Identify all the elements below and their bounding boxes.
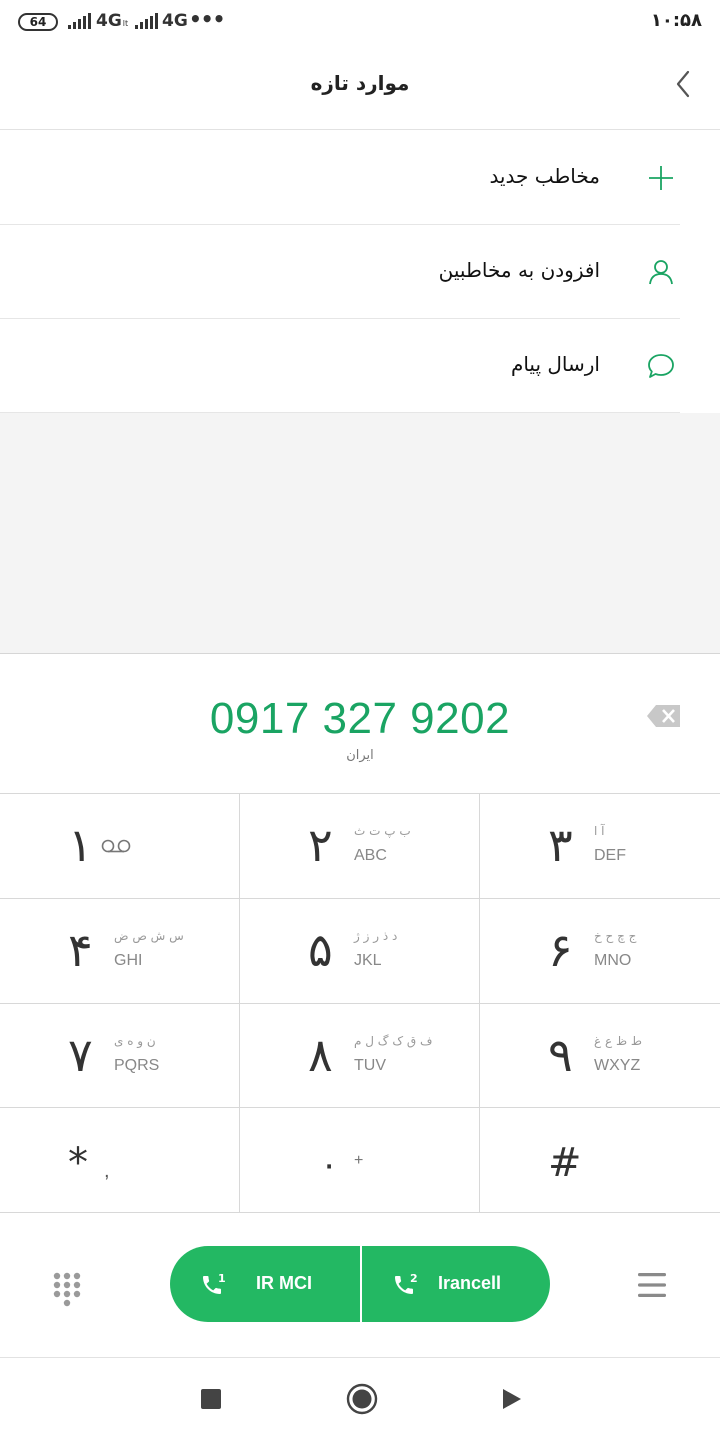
send-message-option[interactable]: ارسال پیام — [0, 319, 720, 413]
person-icon — [649, 260, 673, 285]
navigation-bar — [0, 1359, 720, 1440]
call-sim2-button[interactable]: 2 Irancell — [360, 1246, 550, 1322]
signal-strength-icon — [135, 13, 158, 29]
recents-icon[interactable] — [201, 1389, 221, 1409]
call-sim1-button[interactable]: 1 IR MCI — [170, 1246, 360, 1322]
option-label: مخاطب جدید — [489, 164, 600, 188]
dialpad-icon[interactable] — [52, 1271, 82, 1307]
voicemail-icon — [101, 839, 131, 853]
options-list: مخاطب جدید افزودن به مخاطبین ارسال پیام — [0, 131, 720, 413]
key-5[interactable]: ۵ د ذ ر ز ژ JKL — [240, 898, 480, 1004]
backspace-icon[interactable] — [646, 704, 682, 728]
key-4[interactable]: ۴ س ش ص ض GHI — [0, 898, 240, 1004]
chevron-left-icon[interactable] — [672, 68, 696, 100]
option-label: ارسال پیام — [510, 352, 600, 376]
carrier-label: Irancell — [438, 1273, 502, 1293]
new-contact-option[interactable]: مخاطب جدید — [0, 131, 720, 225]
network-type-2: 4G — [162, 11, 188, 31]
network-type-1: 4Glt — [96, 11, 129, 31]
key-8[interactable]: ۸ ف ق ک گ ل م TUV — [240, 1003, 480, 1109]
more-notifications-icon: ••• — [189, 7, 225, 31]
status-bar: 64 4Glt 4G ••• ۱۰:۵۸ — [0, 0, 720, 44]
key-2[interactable]: ۲ ب پ ت ث ABC — [240, 794, 480, 899]
key-1[interactable]: ۱ — [0, 794, 240, 899]
action-bar: 1 IR MCI 2 Irancell — [0, 1212, 720, 1358]
header: موارد تازه — [0, 44, 720, 130]
empty-area — [0, 413, 720, 654]
menu-icon[interactable] — [638, 1272, 666, 1298]
number-location: ایران — [346, 748, 374, 763]
signal-strength-icon — [68, 13, 91, 29]
keypad: ۱ ۲ ب پ ت ث ABC ۳ آ ا DEF ۴ س ش ص ض GHI … — [0, 793, 720, 1213]
number-display: 0917 327 9202 ایران — [0, 654, 720, 793]
carrier-label: IR MCI — [256, 1273, 312, 1293]
add-to-contacts-option[interactable]: افزودن به مخاطبین — [0, 225, 720, 319]
key-star[interactable]: * , — [0, 1108, 240, 1213]
dialed-number[interactable]: 0917 327 9202 — [0, 694, 720, 744]
key-7[interactable]: ۷ ن و ه ی PQRS — [0, 1003, 240, 1109]
key-0[interactable]: ۰ + — [240, 1108, 480, 1213]
home-icon[interactable] — [346, 1383, 378, 1415]
clock: ۱۰:۵۸ — [650, 10, 702, 31]
key-6[interactable]: ۶ ج چ ح خ MNO — [480, 899, 720, 1004]
key-3[interactable]: ۳ آ ا DEF — [480, 794, 720, 899]
sim-number: 1 — [218, 1272, 226, 1285]
sim-number: 2 — [410, 1272, 418, 1285]
page-title: موارد تازه — [310, 71, 410, 95]
key-9[interactable]: ۹ ط ظ ع غ WXYZ — [480, 1004, 720, 1109]
battery-indicator: 64 — [18, 13, 58, 31]
option-label: افزودن به مخاطبین — [438, 258, 600, 282]
key-hash[interactable]: # — [480, 1108, 720, 1213]
plus-icon — [649, 166, 673, 190]
chat-bubble-icon — [648, 354, 674, 378]
back-triangle-icon[interactable] — [500, 1387, 524, 1411]
call-buttons: 1 IR MCI 2 Irancell — [170, 1246, 550, 1322]
